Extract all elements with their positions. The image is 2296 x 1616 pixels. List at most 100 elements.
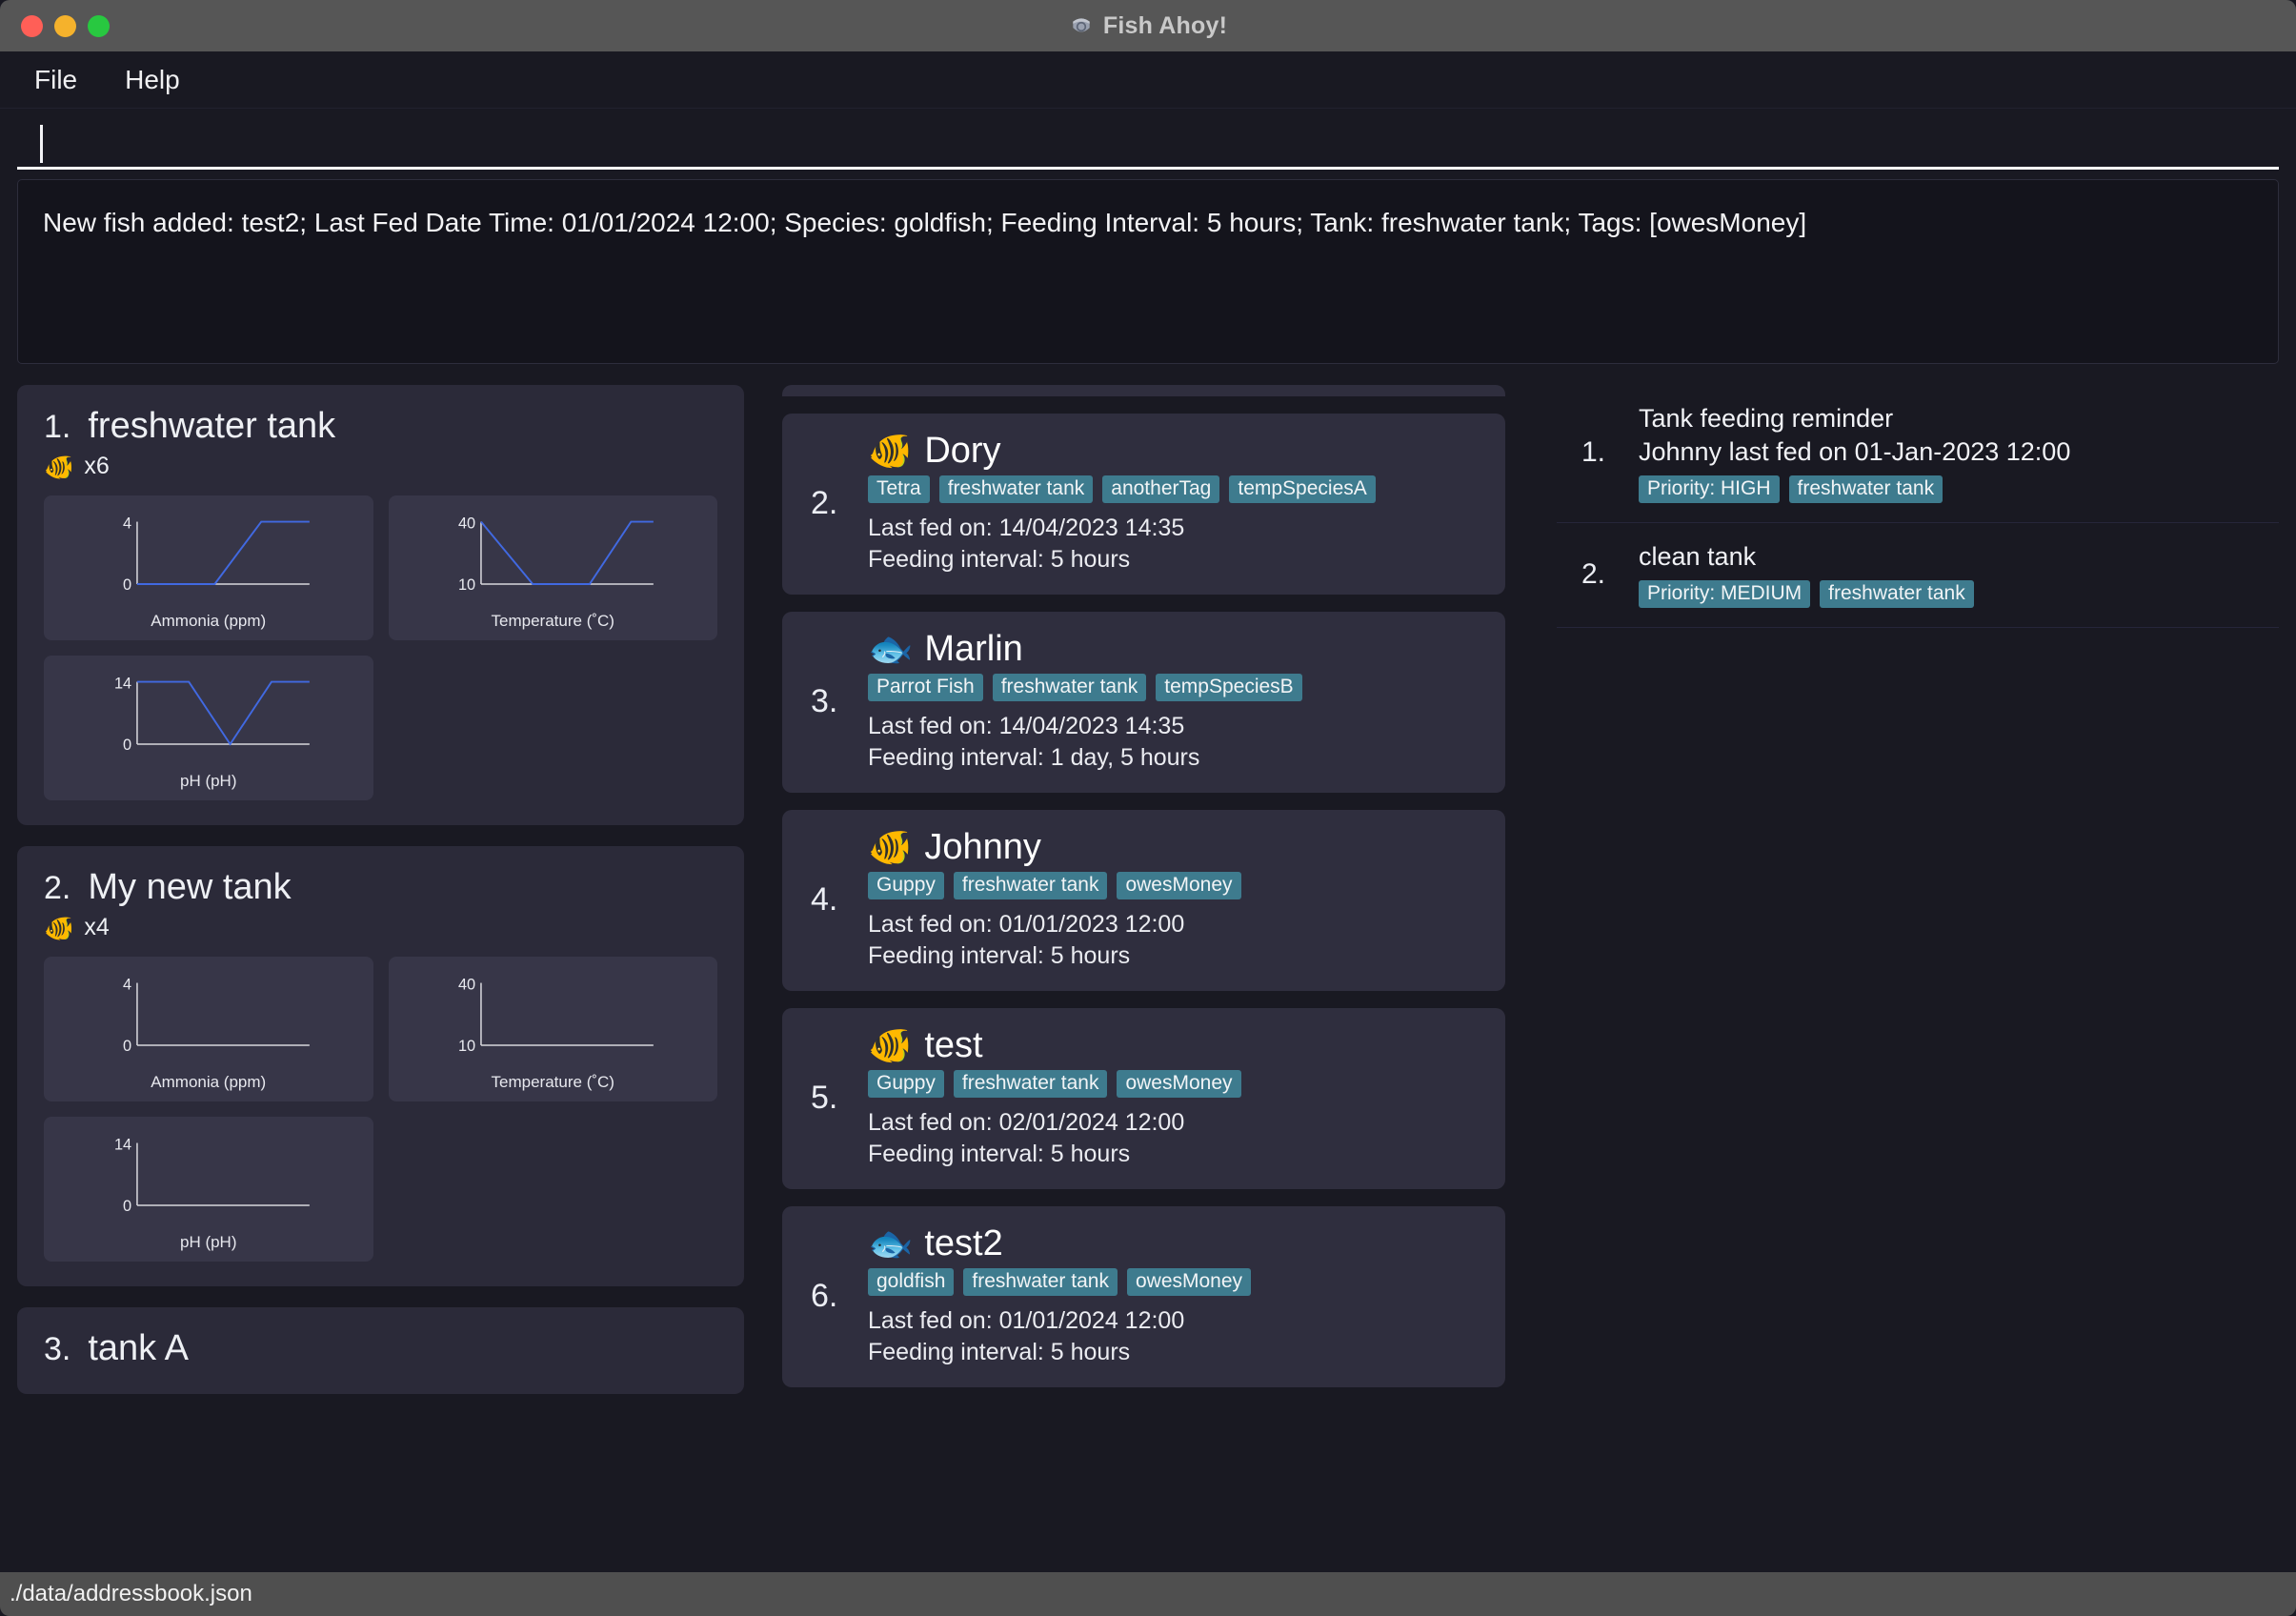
tag-chip[interactable]: anotherTag bbox=[1102, 475, 1220, 503]
tag-chip[interactable]: freshwater tank bbox=[1788, 475, 1944, 504]
tag-chip[interactable]: freshwater tank bbox=[953, 1070, 1108, 1098]
fish-card-partial-above[interactable] bbox=[782, 385, 1505, 396]
tank-card[interactable]: 3. tank A bbox=[17, 1307, 744, 1394]
tropical-fish-icon: 🐠 bbox=[44, 913, 75, 942]
task-index: 1. bbox=[1581, 436, 1606, 469]
task-row[interactable]: 2. clean tank Priority: MEDIUM freshwater t… bbox=[1557, 523, 2279, 629]
close-button[interactable] bbox=[21, 14, 43, 37]
task-title: Tank feeding reminder bbox=[1639, 404, 1894, 433]
maximize-button[interactable] bbox=[88, 14, 110, 37]
tag-chip[interactable]: Guppy bbox=[868, 1070, 944, 1098]
fish-details: 🐠 test Guppy freshwater tank owesMoney Last f… bbox=[868, 1025, 1482, 1170]
svg-text:40: 40 bbox=[458, 976, 475, 993]
tag-chip[interactable]: freshwater tank bbox=[963, 1268, 1118, 1296]
svg-text:40: 40 bbox=[458, 515, 475, 532]
chart-empty-slot bbox=[389, 1117, 718, 1262]
tank-title: 2. My new tank bbox=[44, 867, 717, 908]
command-input[interactable] bbox=[17, 120, 2279, 170]
tank-title: 1. freshwater tank bbox=[44, 406, 717, 447]
fish-last-fed: Last fed on: 02/01/2024 12:00 bbox=[868, 1109, 1185, 1136]
result-display-wrapper: New fish added: test2; Last Fed Date Tim… bbox=[0, 170, 2296, 364]
window-titlebar: Fish Ahoy! bbox=[0, 0, 2296, 51]
fish-index: 2. bbox=[811, 484, 838, 521]
command-input-area[interactable] bbox=[0, 109, 2296, 170]
fish-details: 🐟 Marlin Parrot Fish freshwater tank tempSpe… bbox=[868, 629, 1482, 774]
fish-card[interactable]: 6. 🐟 test2 goldfish freshwater tank owesMoney… bbox=[782, 1206, 1505, 1387]
menu-file[interactable]: File bbox=[17, 61, 94, 99]
fish-card[interactable]: 5. 🐠 test Guppy freshwater tank owesMoney Last… bbox=[782, 1008, 1505, 1189]
fish-card[interactable]: 3. 🐟 Marlin Parrot Fish freshwater tank tempS… bbox=[782, 612, 1505, 793]
window-controls[interactable] bbox=[0, 14, 110, 37]
task-list-panel[interactable]: 1. Tank feeding reminder Johnny last fed o… bbox=[1522, 385, 2279, 1599]
svg-text:10: 10 bbox=[458, 576, 475, 594]
result-message: New fish added: test2; Last Fed Date Tim… bbox=[43, 208, 1807, 237]
chart-axis-label: pH (pH) bbox=[179, 772, 237, 790]
fish-last-fed: Last fed on: 01/01/2024 12:00 bbox=[868, 1307, 1185, 1334]
fish-list-panel[interactable]: 2. 🐠 Dory Tetra freshwater tank anotherTag tem… bbox=[765, 385, 1522, 1599]
fish-card[interactable]: 2. 🐠 Dory Tetra freshwater tank anotherTag tem… bbox=[782, 414, 1505, 595]
goldfish-icon: 🐟 bbox=[868, 1223, 914, 1264]
fish-index: 3. bbox=[811, 682, 838, 719]
fish-name: Dory bbox=[924, 431, 1001, 471]
fish-header: 🐟 Marlin bbox=[868, 629, 1482, 670]
tag-chip[interactable]: Guppy bbox=[868, 872, 944, 899]
svg-text:0: 0 bbox=[123, 1198, 131, 1215]
svg-text:0: 0 bbox=[123, 737, 131, 754]
fish-tag-row: Parrot Fish freshwater tank tempSpeciesB bbox=[868, 674, 1482, 701]
svg-text:4: 4 bbox=[123, 976, 131, 993]
minimize-button[interactable] bbox=[54, 14, 76, 37]
tank-index: 2. bbox=[44, 870, 71, 906]
tag-chip[interactable]: Priority: MEDIUM bbox=[1639, 580, 1811, 609]
tank-card[interactable]: 2. My new tank 🐠 x4 4 0 Ammonia (ppm) 40 10 Tempe… bbox=[17, 846, 744, 1286]
tag-chip[interactable]: freshwater tank bbox=[1820, 580, 1974, 609]
fish-header: 🐟 test2 bbox=[868, 1223, 1482, 1264]
fish-tag-row: Tetra freshwater tank anotherTag tempSpecie… bbox=[868, 475, 1482, 503]
tank-name: tank A bbox=[88, 1328, 189, 1368]
tag-chip[interactable]: owesMoney bbox=[1117, 1070, 1241, 1098]
fish-index: 6. bbox=[811, 1277, 838, 1314]
tank-fish-count-label: x4 bbox=[84, 914, 110, 940]
guppy-icon: 🐠 bbox=[868, 827, 914, 868]
chart-panel: 14 0 pH (pH) bbox=[44, 1117, 373, 1262]
fish-details: 🐠 Johnny Guppy freshwater tank owesMoney Last… bbox=[868, 827, 1482, 972]
tank-list-panel[interactable]: 1. freshwater tank 🐠 x6 4 0 Ammonia (ppm) 40 10 T… bbox=[17, 385, 765, 1599]
chart-panel: 14 0 pH (pH) bbox=[44, 656, 373, 800]
menu-help[interactable]: Help bbox=[108, 61, 197, 99]
tank-card[interactable]: 1. freshwater tank 🐠 x6 4 0 Ammonia (ppm) 40 10 T… bbox=[17, 385, 744, 825]
tag-chip[interactable]: freshwater tank bbox=[953, 872, 1108, 899]
task-row[interactable]: 1. Tank feeding reminder Johnny last fed o… bbox=[1557, 385, 2279, 524]
app-icon bbox=[1069, 13, 1094, 38]
text-caret bbox=[40, 124, 43, 163]
fish-tag-row: Guppy freshwater tank owesMoney bbox=[868, 1070, 1482, 1098]
fish-last-fed: Last fed on: 14/04/2023 14:35 bbox=[868, 515, 1185, 541]
save-location-path: ./data/addressbook.json bbox=[10, 1581, 252, 1606]
main-content: 1. freshwater tank 🐠 x6 4 0 Ammonia (ppm) 40 10 T… bbox=[0, 364, 2296, 1599]
tag-chip[interactable]: freshwater tank bbox=[992, 674, 1147, 701]
tag-chip[interactable]: goldfish bbox=[868, 1268, 955, 1296]
tropical-fish-icon: 🐠 bbox=[868, 431, 914, 472]
tag-chip[interactable]: Parrot Fish bbox=[868, 674, 983, 701]
fish-card[interactable]: 4. 🐠 Johnny Guppy freshwater tank owesMoney La… bbox=[782, 810, 1505, 991]
fish-details: 🐠 Dory Tetra freshwater tank anotherTag tempS… bbox=[868, 431, 1482, 576]
tag-chip[interactable]: tempSpeciesA bbox=[1229, 475, 1376, 503]
chart-panel: 40 10 Temperature (˚C) bbox=[388, 957, 717, 1101]
fish-name: Johnny bbox=[924, 827, 1041, 867]
tropical-fish-icon: 🐠 bbox=[44, 452, 75, 481]
tag-chip[interactable]: Priority: HIGH bbox=[1639, 475, 1780, 504]
fish-name: test bbox=[924, 1025, 983, 1065]
fish-tag-row: Guppy freshwater tank owesMoney bbox=[868, 872, 1482, 899]
task-subtitle: Johnny last fed on 01-Jan-2023 12:00 bbox=[1639, 437, 2071, 467]
chart-panel: 4 0 Ammonia (ppm) bbox=[44, 495, 373, 640]
tag-chip[interactable]: freshwater tank bbox=[938, 475, 1094, 503]
result-display: New fish added: test2; Last Fed Date Tim… bbox=[17, 179, 2279, 364]
fish-name: test2 bbox=[924, 1223, 1003, 1263]
fish-header: 🐠 Dory bbox=[868, 431, 1482, 472]
tag-chip[interactable]: tempSpeciesB bbox=[1156, 674, 1302, 701]
tag-chip[interactable]: Tetra bbox=[868, 475, 930, 503]
fish-index: 4. bbox=[811, 880, 838, 918]
chart-axis-label: Temperature (˚C) bbox=[491, 1073, 614, 1091]
tag-chip[interactable]: owesMoney bbox=[1117, 872, 1241, 899]
guppy-icon: 🐠 bbox=[868, 1025, 914, 1066]
tag-chip[interactable]: owesMoney bbox=[1126, 1268, 1252, 1296]
tank-charts-grid: 4 0 Ammonia (ppm) 40 10 Temperature (˚C) 14 0 pH… bbox=[44, 495, 717, 800]
